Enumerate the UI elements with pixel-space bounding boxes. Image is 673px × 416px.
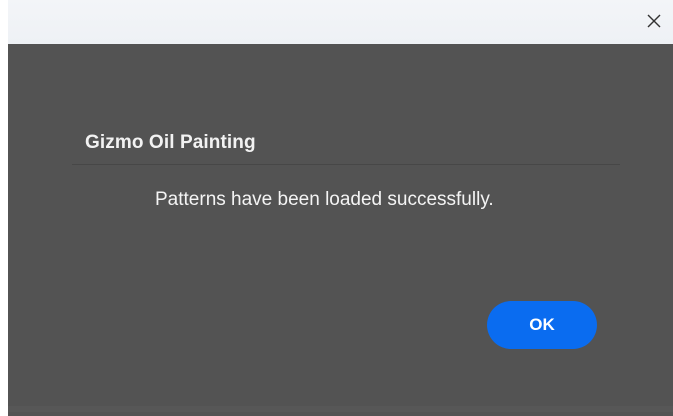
ok-button[interactable]: OK (487, 301, 597, 349)
dialog-message: Patterns have been loaded successfully. (155, 189, 494, 210)
title-bar (8, 0, 673, 44)
close-button[interactable] (639, 6, 669, 36)
title-divider (72, 164, 620, 165)
dialog-title: Gizmo Oil Painting (85, 132, 256, 153)
close-icon (646, 13, 662, 29)
window-bottom-edge (8, 406, 673, 412)
dialog-window: Gizmo Oil Painting Patterns have been lo… (0, 0, 673, 416)
window-left-edge (0, 0, 8, 412)
dialog-panel (8, 44, 673, 416)
